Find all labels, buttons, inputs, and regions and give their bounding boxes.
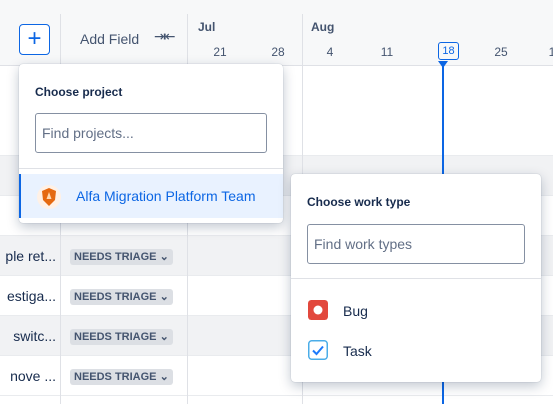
work-type-picker-dropdown: Choose work type Bug Task [291, 174, 541, 382]
work-type-label: Bug [343, 303, 368, 319]
month-label: Jul [198, 20, 216, 34]
add-field-button[interactable]: Add Field [80, 31, 140, 47]
month-divider [302, 14, 303, 65]
row-title[interactable]: estiga... [0, 288, 60, 304]
day-label: 11 [380, 45, 394, 59]
status-badge[interactable]: NEEDS TRIAGE ⌄ [70, 369, 173, 385]
day-label: 25 [494, 45, 508, 59]
month-label: Aug [311, 20, 335, 34]
day-label: 28 [271, 45, 285, 59]
header-divider [60, 14, 61, 65]
project-option[interactable]: Alfa Migration Platform Team [19, 174, 283, 218]
day-label: 1 [548, 45, 553, 59]
project-option-label: Alfa Migration Platform Team [76, 188, 256, 204]
bug-icon [308, 300, 328, 320]
day-label: 21 [213, 45, 227, 59]
work-type-label: Task [343, 343, 372, 359]
timeline-view: + Add Field ⇥⇤ Jul Aug 21 28 4 11 18 25 … [0, 0, 553, 404]
status-badge[interactable]: NEEDS TRIAGE ⌄ [70, 329, 173, 345]
work-type-option-task[interactable]: Task [291, 332, 541, 370]
row-title[interactable]: ple ret... [0, 248, 60, 264]
row-title[interactable]: nove ... [0, 368, 60, 384]
status-badge[interactable]: NEEDS TRIAGE ⌄ [70, 249, 173, 265]
project-search-input[interactable] [35, 113, 267, 153]
work-type-option-bug[interactable]: Bug [291, 292, 541, 330]
timeline-header: + Add Field ⇥⇤ Jul Aug 21 28 4 11 18 25 … [0, 0, 553, 68]
work-type-picker-heading: Choose work type [307, 195, 411, 209]
work-type-search-input[interactable] [307, 224, 525, 264]
panel-divider [291, 278, 541, 279]
shield-logo-icon [37, 185, 61, 209]
project-picker-heading: Choose project [35, 85, 123, 99]
row-title[interactable]: switc... [0, 328, 60, 344]
panel-divider [19, 168, 283, 169]
collapse-columns-icon[interactable]: ⇥⇤ [154, 28, 176, 45]
header-divider [187, 14, 188, 65]
day-label: 4 [326, 45, 334, 59]
status-badge[interactable]: NEEDS TRIAGE ⌄ [70, 289, 173, 305]
task-icon [308, 340, 328, 360]
today-date-badge: 18 [438, 42, 459, 60]
project-picker-dropdown: Choose project Alfa Migration Platform T… [19, 64, 283, 223]
add-item-button[interactable]: + [19, 24, 50, 55]
